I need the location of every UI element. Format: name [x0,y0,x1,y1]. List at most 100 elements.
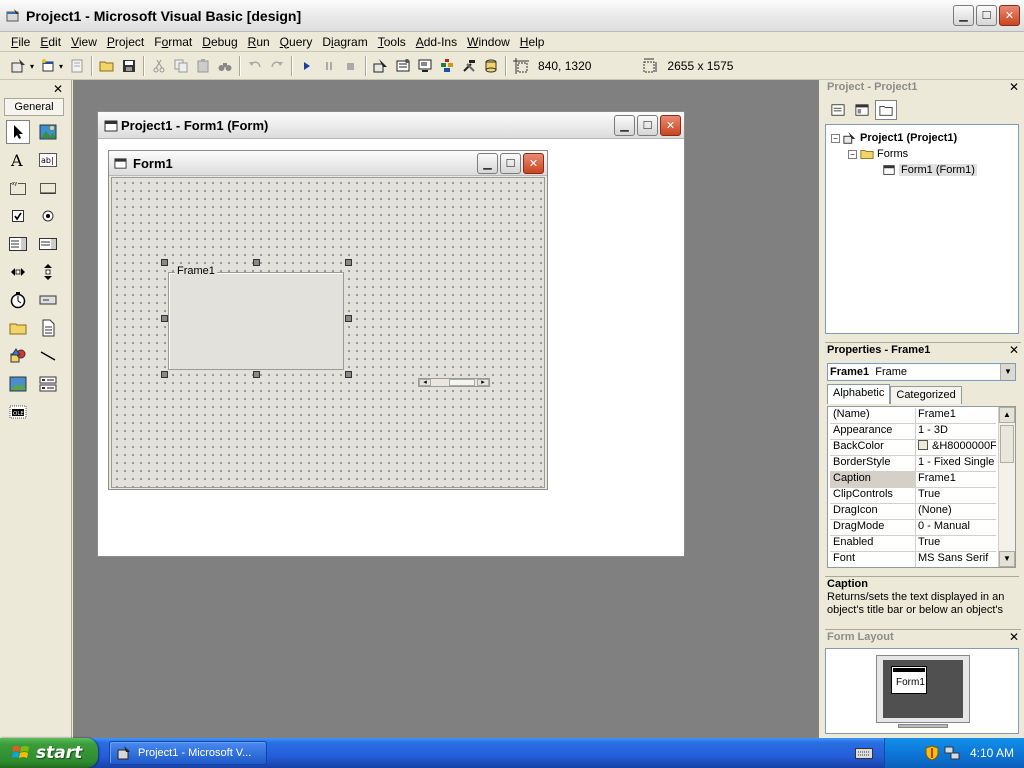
menu-diagram[interactable]: Diagram [317,33,372,51]
network-icon[interactable] [944,745,960,761]
menu-help[interactable]: Help [515,33,550,51]
view-code-button[interactable] [827,100,849,120]
property-row[interactable]: DragMode 0 - Manual [830,520,996,536]
commandbutton-tool[interactable] [36,176,60,200]
start-button[interactable] [296,55,318,77]
resize-handle-se[interactable] [345,371,352,378]
checkbox-tool[interactable] [6,204,30,228]
view-object-button[interactable] [851,100,873,120]
maximize-button[interactable]: ☐ [976,5,997,26]
break-button[interactable] [318,55,340,77]
form1-design-surface[interactable]: Form1 ▁ ☐ ✕ Frame1 ◂ ▸ [108,150,548,490]
tree-node-project[interactable]: − Project1 (Project1) [831,131,957,145]
form1-client-grid[interactable]: Frame1 ◂ ▸ [111,177,545,488]
properties-header[interactable]: Properties - Frame1 ✕ [825,342,1021,358]
frame-tool[interactable]: xy [6,176,30,200]
close-button[interactable]: ✕ [523,153,544,174]
optionbutton-tool[interactable] [36,204,60,228]
scroll-up-icon[interactable]: ▲ [999,407,1015,423]
image-tool[interactable] [6,372,30,396]
frame1-control[interactable]: Frame1 [168,265,344,370]
property-row[interactable]: BorderStyle 1 - Fixed Single [830,456,996,472]
data-tool[interactable] [36,372,60,396]
timer-tool[interactable] [6,288,30,312]
menu-editor-button[interactable] [66,55,88,77]
paste-button[interactable] [192,55,214,77]
ole-tool[interactable]: OLE [6,400,30,424]
hscrollbar-control[interactable]: ◂ ▸ [418,378,490,387]
filelistbox-tool[interactable] [36,316,60,340]
tree-node-forms[interactable]: − Forms [848,147,908,161]
scroll-thumb[interactable] [1000,425,1014,463]
vscrollbar-tool[interactable] [36,260,60,284]
shape-tool[interactable] [6,344,30,368]
menu-add-ins[interactable]: Add-Ins [411,33,462,51]
cut-button[interactable] [148,55,170,77]
resize-handle-w[interactable] [161,315,168,322]
menu-tools[interactable]: Tools [373,33,411,51]
property-row[interactable]: DragIcon (None) [830,504,996,520]
dropdown-arrow-icon[interactable]: ▾ [30,62,34,71]
form-layout-form1[interactable]: Form1 [891,666,927,694]
tab-alphabetic[interactable]: Alphabetic [827,384,891,404]
menu-run[interactable]: Run [243,33,275,51]
maximize-button[interactable]: ☐ [500,153,521,174]
menu-view[interactable]: View [66,33,102,51]
tree-node-form1[interactable]: Form1 (Form1) [882,163,977,177]
redo-button[interactable] [266,55,288,77]
maximize-button[interactable]: ☐ [637,115,658,136]
object-browser-button[interactable] [436,55,458,77]
menu-query[interactable]: Query [275,33,318,51]
undo-button[interactable] [244,55,266,77]
close-button[interactable]: ✕ [999,5,1020,26]
dirlistbox-tool[interactable] [6,316,30,340]
property-row[interactable]: (Name) Frame1 [830,408,996,424]
minimize-button[interactable]: ▁ [953,5,974,26]
form-layout-header[interactable]: Form Layout ✕ [825,629,1021,645]
property-row-selected[interactable]: Caption Frame1 [830,472,996,488]
textbox-tool[interactable]: ab| [36,148,60,172]
taskbar-app-button[interactable]: Project1 - Microsoft V... [109,741,267,765]
keyboard-icon[interactable] [855,746,873,760]
dropdown-arrow-icon[interactable]: ▾ [59,62,63,71]
menu-edit[interactable]: Edit [35,33,66,51]
menu-window[interactable]: Window [462,33,515,51]
minimize-button[interactable]: ▁ [477,153,498,174]
pointer-tool[interactable] [6,120,30,144]
minimize-button[interactable]: ▁ [614,115,635,136]
label-tool[interactable]: A [6,148,30,172]
form1-title-bar[interactable]: Form1 ▁ ☐ ✕ [109,151,547,176]
title-bar[interactable]: Project1 - Microsoft Visual Basic [desig… [0,0,1024,32]
properties-window-button[interactable] [392,55,414,77]
object-selector[interactable]: Frame1 Frame ▼ [827,363,1016,381]
form-layout-button[interactable] [414,55,436,77]
combobox-tool[interactable] [6,232,30,256]
property-row[interactable]: Enabled True [830,536,996,552]
resize-handle-sw[interactable] [161,371,168,378]
line-tool[interactable] [36,344,60,368]
data-view-button[interactable] [480,55,502,77]
toggle-folders-button[interactable] [875,100,897,120]
resize-handle-s[interactable] [253,371,260,378]
copy-button[interactable] [170,55,192,77]
end-button[interactable] [340,55,362,77]
property-row[interactable]: Font MS Sans Serif [830,552,996,567]
resize-handle-ne[interactable] [345,259,352,266]
clock[interactable]: 4:10 AM [970,746,1014,760]
property-row[interactable]: Appearance 1 - 3D [830,424,996,440]
scroll-down-icon[interactable]: ▼ [999,551,1015,567]
drivelistbox-tool[interactable] [36,288,60,312]
toolbox-tab-general[interactable]: General [4,98,64,116]
resize-handle-nw[interactable] [161,259,168,266]
menu-project[interactable]: Project [102,33,149,51]
property-row[interactable]: ClipControls True [830,488,996,504]
listbox-tool[interactable] [36,232,60,256]
hscrollbar-tool[interactable] [6,260,30,284]
chevron-down-icon[interactable]: ▼ [1000,364,1015,380]
menu-format[interactable]: Format [149,33,197,51]
add-form-button[interactable] [37,55,59,77]
find-button[interactable] [214,55,236,77]
close-button[interactable]: ✕ [660,115,681,136]
open-project-button[interactable] [96,55,118,77]
tab-categorized[interactable]: Categorized [890,386,962,404]
